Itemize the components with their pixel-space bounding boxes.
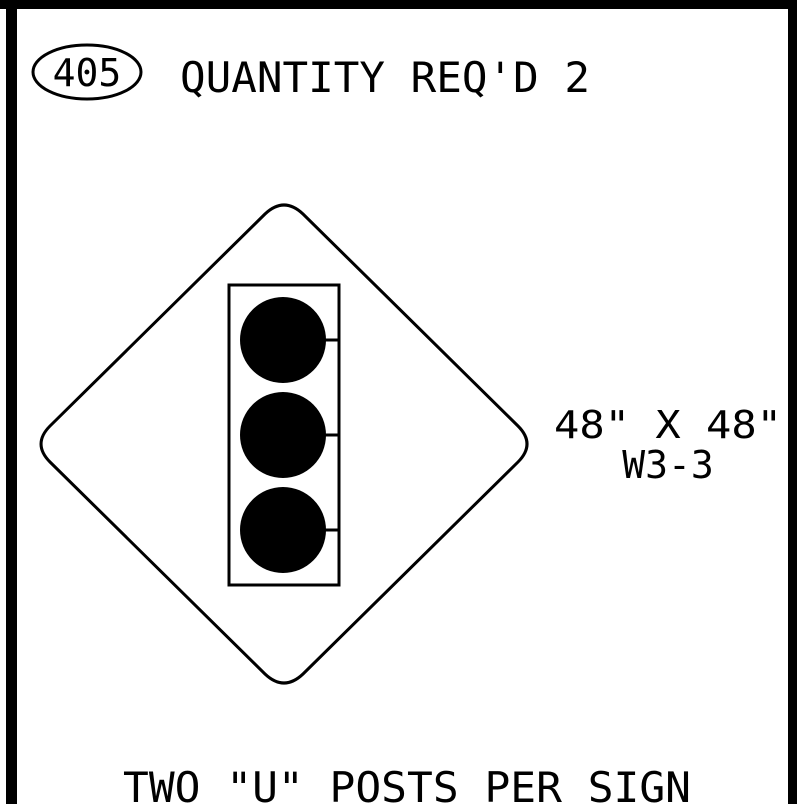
sign-detail-sheet: 405 QUANTITY REQ'D 2 48" X 48" W3-3 TWO … [0,0,797,804]
sign-size: 48" X 48" [554,403,782,447]
sign-code: W3-3 [622,443,714,487]
traffic-signal-icon [227,283,341,587]
signal-light-green [240,487,326,573]
sheet-border [0,0,797,804]
posts-note: TWO "U" POSTS PER SIGN [123,763,691,804]
warning-sign [39,203,529,685]
signal-light-yellow [240,392,326,478]
item-number: 405 [53,51,122,95]
quantity-label: QUANTITY REQ'D 2 [180,53,590,102]
item-number-callout: 405 [31,43,143,101]
signal-light-red [240,297,326,383]
